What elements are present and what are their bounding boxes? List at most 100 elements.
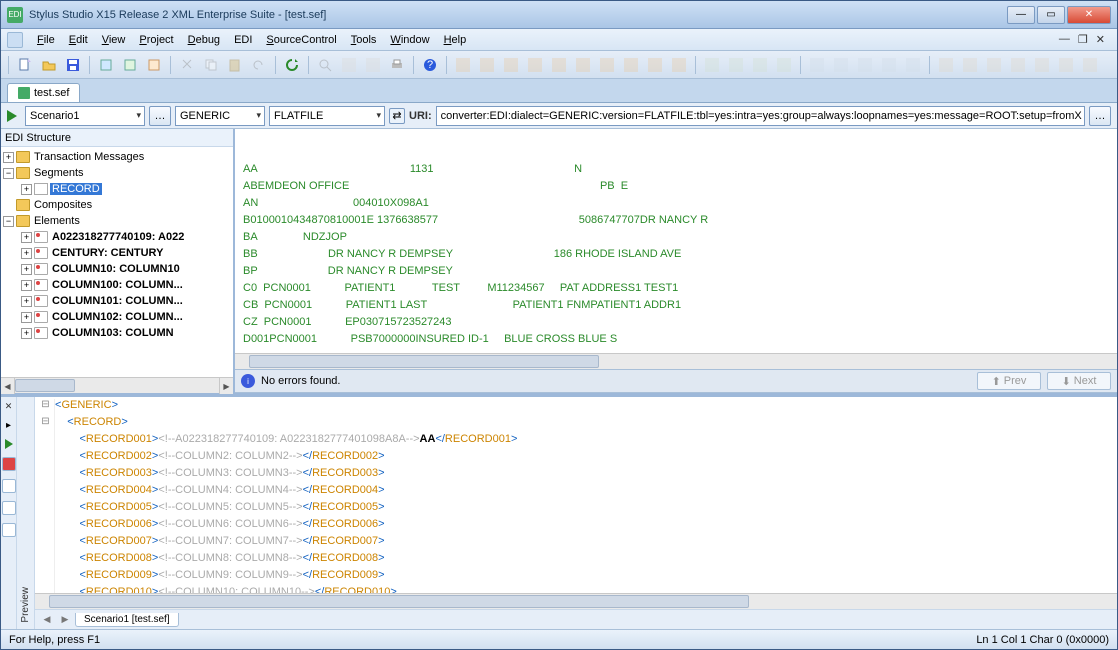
tb-x1[interactable] [338, 54, 360, 76]
run-button[interactable] [7, 110, 17, 122]
swap-icon[interactable]: ⇄ [389, 108, 405, 124]
tree-elem[interactable]: COLUMN102: COLUMN... [50, 311, 185, 323]
preview-tab[interactable]: Preview [17, 397, 35, 629]
maximize-button[interactable]: ▭ [1037, 6, 1065, 24]
tree-elements[interactable]: Elements [32, 215, 82, 227]
tb-g4d[interactable] [878, 54, 900, 76]
dialect-select[interactable]: GENERIC [175, 106, 265, 126]
preview-tool4[interactable] [2, 523, 16, 537]
tb-cut[interactable] [176, 54, 198, 76]
expand-icon[interactable]: + [21, 296, 32, 307]
tree-elem[interactable]: COLUMN100: COLUMN... [50, 279, 185, 291]
tb-new[interactable] [14, 54, 36, 76]
tb-g2b[interactable] [476, 54, 498, 76]
tb-doc3[interactable] [143, 54, 165, 76]
menu-help[interactable]: Help [438, 32, 473, 48]
tb-undo[interactable] [248, 54, 270, 76]
tb-g3c[interactable] [749, 54, 771, 76]
expand-icon[interactable]: − [3, 168, 14, 179]
tb-g2i[interactable] [644, 54, 666, 76]
preview-tool3[interactable] [2, 501, 16, 515]
tree-elem[interactable]: COLUMN101: COLUMN... [50, 295, 185, 307]
tb-g4a[interactable] [806, 54, 828, 76]
expand-icon[interactable]: + [21, 232, 32, 243]
expand-icon[interactable]: + [21, 312, 32, 323]
scen-next[interactable]: ▶ [57, 612, 73, 628]
tree-segments[interactable]: Segments [32, 167, 86, 179]
menu-tools[interactable]: Tools [345, 32, 383, 48]
tree-elem[interactable]: A022318277740109: A022 [50, 231, 186, 243]
tb-g2g[interactable] [596, 54, 618, 76]
expand-icon[interactable]: + [21, 248, 32, 259]
menu-view[interactable]: View [96, 32, 132, 48]
menu-edit[interactable]: Edit [63, 32, 94, 48]
edi-tree[interactable]: +Transaction Messages −Segments +RECORD … [1, 147, 233, 377]
tb-g5e[interactable] [1031, 54, 1053, 76]
close-preview-button[interactable]: ✕ [5, 401, 13, 412]
scenario-tab[interactable]: Scenario1 [test.sef] [75, 613, 179, 627]
tree-scrollbar[interactable]: ◀▶ [1, 377, 233, 393]
tb-save[interactable] [62, 54, 84, 76]
tb-g5f[interactable] [1055, 54, 1077, 76]
tree-elem[interactable]: COLUMN103: COLUMN [50, 327, 176, 339]
tb-g3a[interactable] [701, 54, 723, 76]
flatfile-viewer[interactable]: AA 1131 NABEMDEON OFFICE [235, 129, 1117, 369]
scenario-select[interactable]: Scenario1 [25, 106, 145, 126]
tb-g2j[interactable] [668, 54, 690, 76]
tb-g5g[interactable] [1079, 54, 1101, 76]
scenario-options-button[interactable]: … [149, 106, 171, 126]
tb-g3d[interactable] [773, 54, 795, 76]
expand-icon[interactable]: − [3, 216, 14, 227]
menu-edi[interactable]: EDI [228, 32, 258, 48]
tb-g5c[interactable] [983, 54, 1005, 76]
tb-paste[interactable] [224, 54, 246, 76]
menu-window[interactable]: Window [384, 32, 435, 48]
uri-field[interactable]: converter:EDI:dialect=GENERIC:version=FL… [436, 106, 1085, 126]
next-error-button[interactable]: ⬇ Next [1047, 372, 1111, 390]
expand-icon[interactable]: + [21, 328, 32, 339]
tb-g2d[interactable] [524, 54, 546, 76]
scen-prev[interactable]: ◀ [39, 612, 55, 628]
tb-g5b[interactable] [959, 54, 981, 76]
tb-x2[interactable] [362, 54, 384, 76]
format-select[interactable]: FLATFILE [269, 106, 385, 126]
tree-transaction-messages[interactable]: Transaction Messages [32, 151, 146, 163]
tree-elem[interactable]: CENTURY: CENTURY [50, 247, 165, 259]
tb-print[interactable] [386, 54, 408, 76]
tb-g2c[interactable] [500, 54, 522, 76]
tb-g4c[interactable] [854, 54, 876, 76]
expand-icon[interactable]: + [21, 184, 32, 195]
prev-error-button[interactable]: ⬆ Prev [977, 372, 1041, 390]
tb-g2h[interactable] [620, 54, 642, 76]
tb-g5a[interactable] [935, 54, 957, 76]
tab-testsef[interactable]: test.sef [7, 83, 80, 102]
expand-icon[interactable]: + [21, 264, 32, 275]
tb-doc2[interactable] [119, 54, 141, 76]
close-button[interactable]: ✕ [1067, 6, 1111, 24]
doc-close-button[interactable]: ✕ [1096, 33, 1105, 46]
pin-icon[interactable]: ▸ [6, 420, 11, 431]
tb-g3b[interactable] [725, 54, 747, 76]
xml-code[interactable]: ⊟<GENERIC>⊟ <RECORD> <RECORD001><!--A022… [35, 397, 1117, 593]
tree-composites[interactable]: Composites [32, 199, 94, 211]
tb-open[interactable] [38, 54, 60, 76]
menu-project[interactable]: Project [133, 32, 179, 48]
menu-file[interactable]: File [31, 32, 61, 48]
tb-doc1[interactable] [95, 54, 117, 76]
expand-icon[interactable]: + [3, 152, 14, 163]
doc-restore-button[interactable]: ❐ [1078, 33, 1088, 46]
tb-g5d[interactable] [1007, 54, 1029, 76]
tb-help[interactable]: ? [419, 54, 441, 76]
tb-g4b[interactable] [830, 54, 852, 76]
preview-run-button[interactable] [5, 439, 13, 449]
xml-scrollbar[interactable] [35, 593, 1117, 609]
tb-g2f[interactable] [572, 54, 594, 76]
preview-tool1[interactable] [2, 457, 16, 471]
preview-tool2[interactable] [2, 479, 16, 493]
tb-refresh[interactable] [281, 54, 303, 76]
tb-g2e[interactable] [548, 54, 570, 76]
uri-browse-button[interactable]: … [1089, 106, 1111, 126]
tb-copy[interactable] [200, 54, 222, 76]
tb-find[interactable] [314, 54, 336, 76]
tree-record[interactable]: RECORD [50, 183, 102, 195]
